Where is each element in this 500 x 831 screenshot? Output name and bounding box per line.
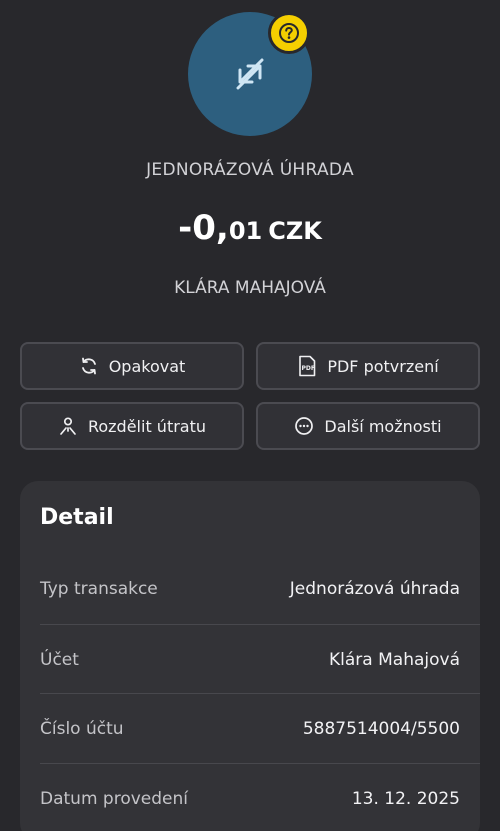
detail-card: Detail Typ transakce Jednorázová úhrada …: [20, 481, 480, 831]
detail-row-value: Jednorázová úhrada: [289, 579, 460, 599]
split-button-label: Rozdělit útratu: [87, 416, 207, 436]
detail-row-account-number: Číslo účtu 5887514004/5500: [40, 693, 480, 763]
detail-row-value: 13. 12. 2025: [351, 788, 460, 809]
detail-row-execution-date: Datum provedení 13. 12. 2025: [40, 763, 480, 831]
detail-row-label: Číslo účtu: [40, 718, 124, 739]
split-expense-button[interactable]: Rozdělit útratu: [20, 402, 244, 450]
repeat-button-label: Opakovat: [108, 356, 186, 376]
transaction-type-heading: JEDNORÁZOVÁ ÚHRADA: [146, 160, 354, 180]
counterparty-name: KLÁRA MAHAJOVÁ: [174, 278, 326, 298]
detail-row-label: Účet: [40, 649, 79, 670]
repeat-button[interactable]: Opakovat: [20, 342, 244, 390]
more-options-icon: [295, 417, 314, 435]
detail-row-transaction-type: Typ transakce Jednorázová úhrada: [40, 554, 480, 624]
transfer-arrows-icon: [236, 58, 264, 90]
question-icon: [279, 23, 299, 43]
transaction-detail-screen: JEDNORÁZOVÁ ÚHRADA -0,01 CZK KLÁRA MAHAJO…: [0, 0, 500, 831]
split-person-icon: [60, 417, 76, 435]
pdf-confirmation-button[interactable]: PDF PDF potvrzení: [256, 342, 480, 390]
pdf-button-label: PDF potvrzení: [327, 356, 439, 376]
repeat-icon: [81, 357, 96, 375]
detail-title: Detail: [40, 505, 114, 530]
amount-integer: -0,: [178, 208, 229, 248]
detail-row-label: Typ transakce: [40, 579, 158, 599]
pdf-document-icon: PDF: [299, 355, 316, 377]
more-options-label: Další možnosti: [324, 416, 442, 436]
amount-decimal: 01: [228, 217, 263, 245]
detail-row-value: Klára Mahajová: [329, 649, 460, 670]
transaction-avatar: [188, 12, 312, 136]
more-options-button[interactable]: Další možnosti: [256, 402, 480, 450]
svg-text:PDF: PDF: [302, 365, 315, 372]
transaction-amount: -0,01 CZK: [0, 208, 500, 248]
help-badge[interactable]: [268, 12, 310, 54]
amount-currency: CZK: [268, 217, 322, 245]
detail-row-label: Datum provedení: [40, 788, 188, 809]
detail-row-value: 5887514004/5500: [302, 718, 460, 739]
detail-row-account: Účet Klára Mahajová: [40, 624, 480, 694]
